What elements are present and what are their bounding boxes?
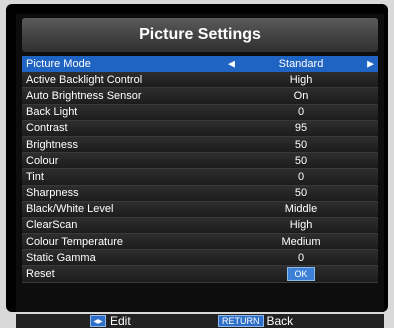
back-hint: RETURN Back [218,314,293,328]
setting-value: 50 [294,187,308,200]
setting-value: 0 [297,251,305,264]
menu-title: Picture Settings [22,18,378,52]
setting-value[interactable]: OK [224,267,378,282]
setting-label: Auto Brightness Sensor [26,89,142,102]
setting-label: Brightness [26,138,78,151]
setting-label: ClearScan [26,219,78,232]
settings-list: Picture Mode ◀ Standard ▶ Active Backlig… [22,56,378,283]
left-right-keys-icon: ◀▶ [90,315,106,327]
ok-button[interactable]: OK [287,267,315,282]
setting-value: High [289,73,313,86]
setting-label: Colour Temperature [26,235,124,248]
setting-row-clearscan[interactable]: ClearScan High [22,217,378,235]
setting-row-back-light[interactable]: Back Light 0 [22,104,378,121]
setting-label: Sharpness [26,187,79,200]
picture-settings-menu: Picture Settings Picture Mode ◀ Standard… [16,14,384,312]
setting-value[interactable]: ◀ Standard ▶ [224,58,378,70]
setting-label: Black/White Level [26,203,114,216]
setting-value: 0 [297,170,305,183]
setting-row-static-gamma[interactable]: Static Gamma 0 [22,250,378,267]
setting-row-auto-brightness-sensor[interactable]: Auto Brightness Sensor On [22,88,378,105]
setting-row-active-backlight-control[interactable]: Active Backlight Control High [22,72,378,89]
setting-label: Active Backlight Control [26,73,143,86]
setting-value: High [289,219,313,232]
setting-label: Contrast [26,122,68,135]
setting-label: Picture Mode [26,57,91,70]
setting-value: 50 [294,154,308,167]
setting-row-black-white-level[interactable]: Black/White Level Middle [22,201,378,218]
setting-label: Colour [26,154,59,167]
setting-value: 95 [294,122,308,135]
return-key-icon: RETURN [218,315,264,327]
setting-value: 50 [294,138,308,151]
setting-label: Tint [26,170,44,183]
left-arrow-icon[interactable]: ◀ [228,58,235,69]
edit-label: Edit [110,314,131,328]
button-guide-bar: ◀▶ Edit RETURN Back [16,314,384,328]
setting-row-tint[interactable]: Tint 0 [22,169,378,186]
setting-value: 0 [297,106,305,119]
setting-value: Medium [281,235,321,248]
right-arrow-icon[interactable]: ▶ [367,58,374,69]
setting-value: On [293,89,309,102]
setting-value: Middle [284,203,318,216]
setting-row-picture-mode[interactable]: Picture Mode ◀ Standard ▶ [22,56,378,73]
setting-row-brightness[interactable]: Brightness 50 [22,136,378,154]
setting-row-colour[interactable]: Colour 50 [22,153,378,170]
setting-label: Reset [26,268,55,281]
back-label: Back [266,314,294,328]
setting-row-colour-temperature[interactable]: Colour Temperature Medium [22,234,378,251]
setting-row-contrast[interactable]: Contrast 95 [22,120,378,137]
setting-row-reset[interactable]: Reset OK [22,266,378,283]
edit-hint: ◀▶ Edit [90,314,131,328]
setting-row-sharpness[interactable]: Sharpness 50 [22,185,378,202]
setting-label: Back Light [26,106,78,119]
setting-label: Static Gamma [26,251,96,264]
